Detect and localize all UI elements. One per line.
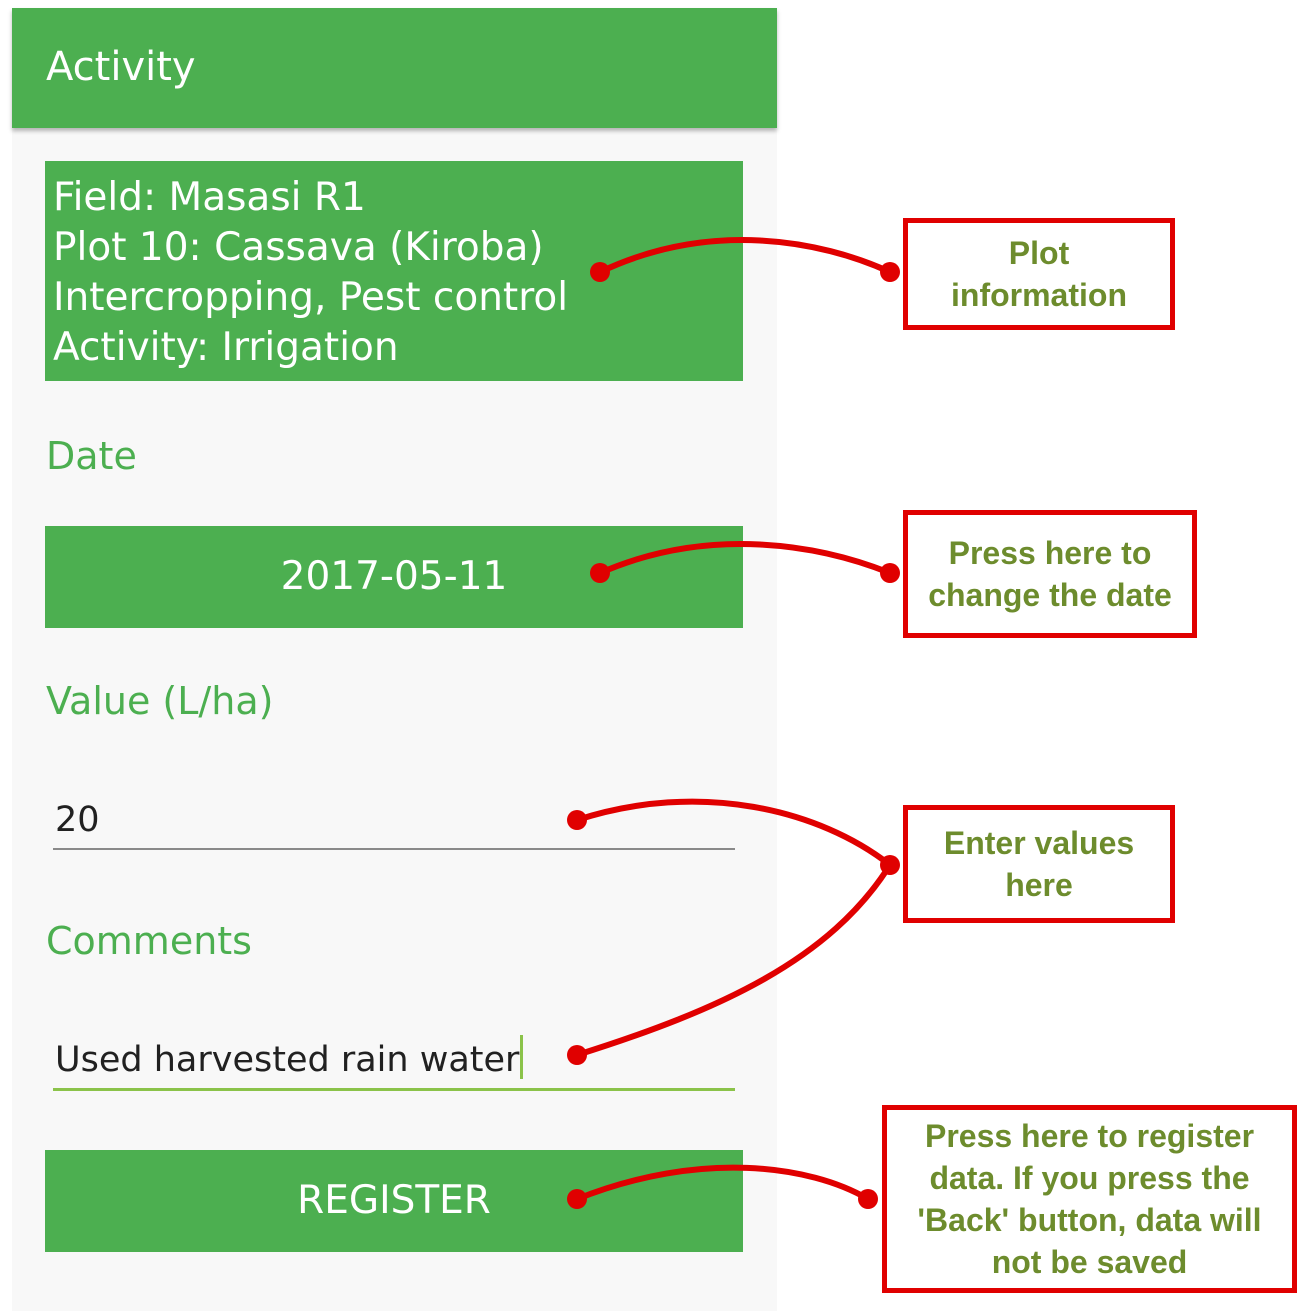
connector-dot xyxy=(880,262,900,282)
callout-plot-information: Plot information xyxy=(903,218,1175,330)
callout-plot-information-text: Plot information xyxy=(951,235,1127,313)
connector-dot xyxy=(590,262,610,282)
connector-dot xyxy=(590,563,610,583)
callout-change-date: Press here to change the date xyxy=(903,510,1197,638)
callout-enter-values: Enter values here xyxy=(903,805,1175,923)
connector-dot xyxy=(567,1189,587,1209)
connector-dot xyxy=(880,855,900,875)
callout-change-date-text: Press here to change the date xyxy=(928,535,1172,613)
connector-dot xyxy=(880,563,900,583)
callout-register-data-text: Press here to register data. If you pres… xyxy=(917,1118,1262,1280)
connector-dot xyxy=(858,1189,878,1209)
register-connector xyxy=(574,1164,871,1202)
date-connector xyxy=(597,541,893,576)
connector-dot xyxy=(567,810,587,830)
callout-enter-values-text: Enter values here xyxy=(943,825,1135,903)
callout-register-data: Press here to register data. If you pres… xyxy=(882,1105,1297,1293)
comments-connector xyxy=(574,862,893,1058)
screenshot-canvas: Activity Field: Masasi R1 Plot 10: Cassa… xyxy=(0,0,1297,1311)
connector-dot xyxy=(567,1045,587,1065)
value-connector xyxy=(574,798,893,868)
plot-info-connector xyxy=(597,237,893,275)
